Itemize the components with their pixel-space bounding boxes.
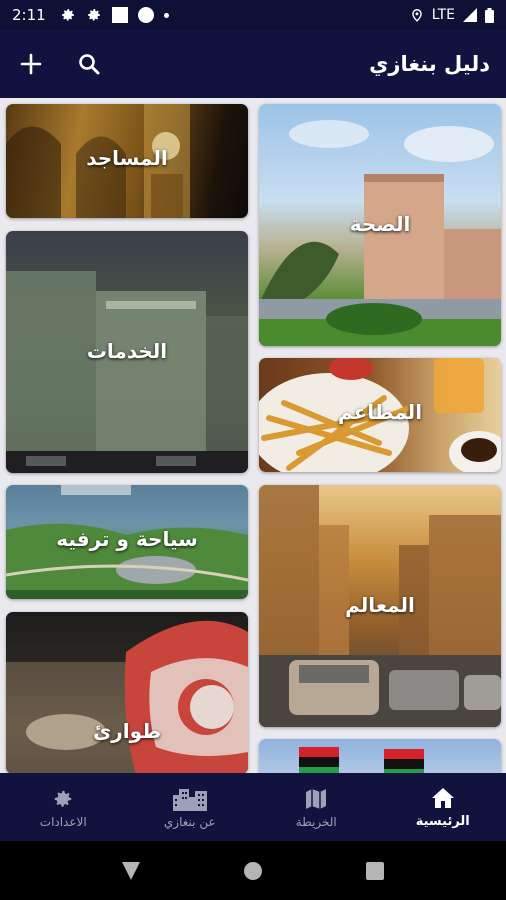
- recents-button[interactable]: [355, 851, 395, 891]
- home-circle-icon: [244, 861, 262, 880]
- recents-square-icon: [366, 861, 384, 880]
- category-tile-health[interactable]: الصحة: [259, 104, 501, 346]
- map-icon: [306, 788, 327, 809]
- status-bar: 2:11 LTE: [0, 0, 506, 30]
- nav-home-label: الرئيسية: [415, 814, 470, 829]
- city-icon: [172, 788, 207, 811]
- nav-settings-label: الاعدادات: [39, 814, 87, 829]
- category-tile-tourism[interactable]: سياحة و ترفيه: [6, 485, 248, 599]
- search-button[interactable]: [74, 49, 104, 79]
- category-tile-restaurants[interactable]: المطاعم: [259, 358, 501, 472]
- network-type: LTE: [431, 7, 455, 23]
- home-icon: [431, 788, 454, 808]
- nav-map[interactable]: الخريطة: [253, 773, 380, 841]
- location-icon: [411, 9, 422, 22]
- settings-gear-icon: [55, 790, 72, 807]
- category-grid: المساجد الصحة الخدمات المطاعم سياحة و تر…: [0, 98, 506, 773]
- system-status: LTE: [410, 7, 494, 23]
- category-tile-emergency[interactable]: طوارئ: [6, 612, 248, 773]
- back-button[interactable]: [111, 851, 151, 891]
- more-notifications-dot-icon: [163, 12, 169, 18]
- category-tile-landmarks[interactable]: المعالم: [259, 485, 501, 727]
- emergency-image: [6, 620, 248, 773]
- nav-home[interactable]: الرئيسية: [380, 773, 506, 841]
- category-label-tourism: سياحة و ترفيه: [56, 527, 198, 551]
- category-label-emergency: طوارئ: [92, 719, 162, 743]
- app-bar: دليل بنغازي: [0, 30, 506, 98]
- nav-map-label: الخريطة: [295, 814, 337, 829]
- nav-about[interactable]: عن بنغازي: [127, 773, 254, 841]
- category-tile-mosques[interactable]: المساجد: [6, 104, 248, 218]
- system-navigation-bar: [0, 841, 506, 900]
- category-label-landmarks: المعالم: [345, 593, 415, 617]
- battery-icon: [485, 7, 494, 23]
- gear-icon: [87, 9, 100, 21]
- signal-icon: [463, 8, 477, 22]
- status-time: 2:11: [12, 6, 46, 24]
- app-title: دليل بنغازي: [369, 52, 490, 76]
- flags-image: [299, 747, 424, 773]
- nav-settings[interactable]: الاعدادات: [0, 773, 127, 841]
- search-icon: [79, 54, 100, 75]
- category-tile-partial[interactable]: [259, 739, 501, 773]
- category-tile-services[interactable]: الخدمات: [6, 231, 248, 473]
- square-notification-icon: [111, 7, 128, 23]
- circle-notification-icon: [137, 7, 154, 23]
- gear-icon: [61, 9, 74, 21]
- plus-icon: [20, 53, 42, 75]
- add-button[interactable]: [16, 49, 46, 79]
- app-bar-actions: [16, 49, 104, 79]
- category-label-mosques: المساجد: [86, 146, 168, 170]
- category-label-health: الصحة: [349, 212, 411, 236]
- bottom-navigation: الرئيسية الخريطة عن بنغازي الاعدادات: [0, 773, 506, 841]
- nav-about-label: عن بنغازي: [163, 814, 216, 829]
- home-system-button[interactable]: [233, 851, 273, 891]
- category-label-services: الخدمات: [86, 339, 168, 363]
- notification-icons: [60, 7, 169, 23]
- back-triangle-icon: [122, 861, 140, 880]
- category-label-restaurants: المطاعم: [337, 400, 423, 424]
